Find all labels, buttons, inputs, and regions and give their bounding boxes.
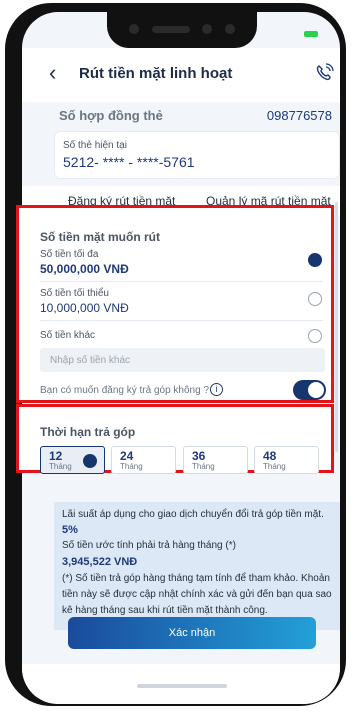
withdrawal-amount-section: Số tiền mặt muốn rút Số tiền tối đa 50,0… (16, 205, 334, 403)
amount-section-title: Số tiền mặt muốn rút (40, 230, 160, 244)
installment-note: (*) Số tiền trả góp hàng tháng tạm tính … (62, 573, 332, 616)
current-card-number: 5212- **** - ****-5761 (63, 154, 195, 170)
info-icon[interactable]: i (210, 383, 223, 396)
installment-question: Bạn có muốn đăng ký trả góp không ? (40, 385, 210, 396)
page-title: Rút tiền mặt linh hoạt (79, 65, 233, 82)
installment-toggle[interactable] (293, 380, 326, 400)
speaker-icon (152, 26, 190, 33)
other-amount-label: Số tiền khác (40, 330, 96, 341)
min-amount-value: 10,000,000 VNĐ (40, 301, 129, 315)
current-card-label: Số thẻ hiện tại (63, 140, 127, 151)
term-option-36[interactable]: 36 Tháng (183, 446, 248, 474)
term-option-24[interactable]: 24 Tháng (111, 446, 176, 474)
chevron-left-icon[interactable]: ‹ (49, 60, 56, 86)
term-unit: Tháng (192, 462, 215, 471)
rate-value: 5% (62, 524, 78, 536)
bottom-bar (22, 664, 340, 704)
scrollbar[interactable] (335, 202, 338, 452)
selected-radio (83, 454, 97, 468)
app-header: ‹ Rút tiền mặt linh hoạt (22, 48, 340, 102)
camera-notch (107, 12, 257, 48)
camera-icon (129, 24, 139, 34)
phone-call-icon[interactable] (311, 60, 337, 86)
contract-label: Số hợp đồng thẻ (59, 108, 163, 123)
max-amount-label: Số tiền tối đa (40, 249, 99, 260)
confirm-button[interactable]: Xác nhận (68, 617, 316, 649)
divider (40, 320, 323, 321)
term-option-48[interactable]: 48 Tháng (254, 446, 319, 474)
contract-number: 098776578 (266, 108, 332, 123)
current-card-box: Số thẻ hiện tại 5212- **** - ****-5761 (54, 131, 340, 179)
installment-info-box: Lãi suất áp dụng cho giao dịch chuyển đổ… (54, 502, 340, 630)
term-number: 36 (192, 449, 206, 463)
term-number: 24 (120, 449, 134, 463)
sensor-icon (202, 24, 212, 34)
term-number: 12 (49, 449, 63, 463)
max-amount-radio[interactable] (308, 253, 322, 267)
other-amount-radio[interactable] (308, 329, 322, 343)
monthly-payment-label: Số tiền ước tính phải trả hàng tháng (*) (62, 540, 236, 551)
installment-term-section: Thời hạn trả góp 12 Tháng 24 Tháng 36 Th… (16, 404, 334, 474)
min-amount-radio[interactable] (308, 292, 322, 306)
other-amount-input[interactable] (40, 348, 325, 372)
contract-row: Số hợp đồng thẻ 098776578 (22, 102, 340, 130)
term-unit: Tháng (263, 462, 286, 471)
monthly-payment-value: 3,945,522 VNĐ (62, 556, 138, 568)
toggle-knob (308, 382, 324, 398)
home-indicator (137, 684, 227, 688)
battery-icon (304, 31, 318, 37)
divider (40, 281, 323, 282)
term-number: 48 (263, 449, 277, 463)
term-unit: Tháng (49, 462, 72, 471)
sensor-icon (225, 24, 235, 34)
term-unit: Tháng (120, 462, 143, 471)
rate-description: Lãi suất áp dụng cho giao dịch chuyển đổ… (62, 509, 324, 520)
term-section-title: Thời hạn trả góp (40, 425, 136, 439)
max-amount-value: 50,000,000 VNĐ (40, 262, 129, 276)
term-option-12[interactable]: 12 Tháng (40, 446, 105, 474)
min-amount-label: Số tiền tối thiểu (40, 288, 109, 299)
